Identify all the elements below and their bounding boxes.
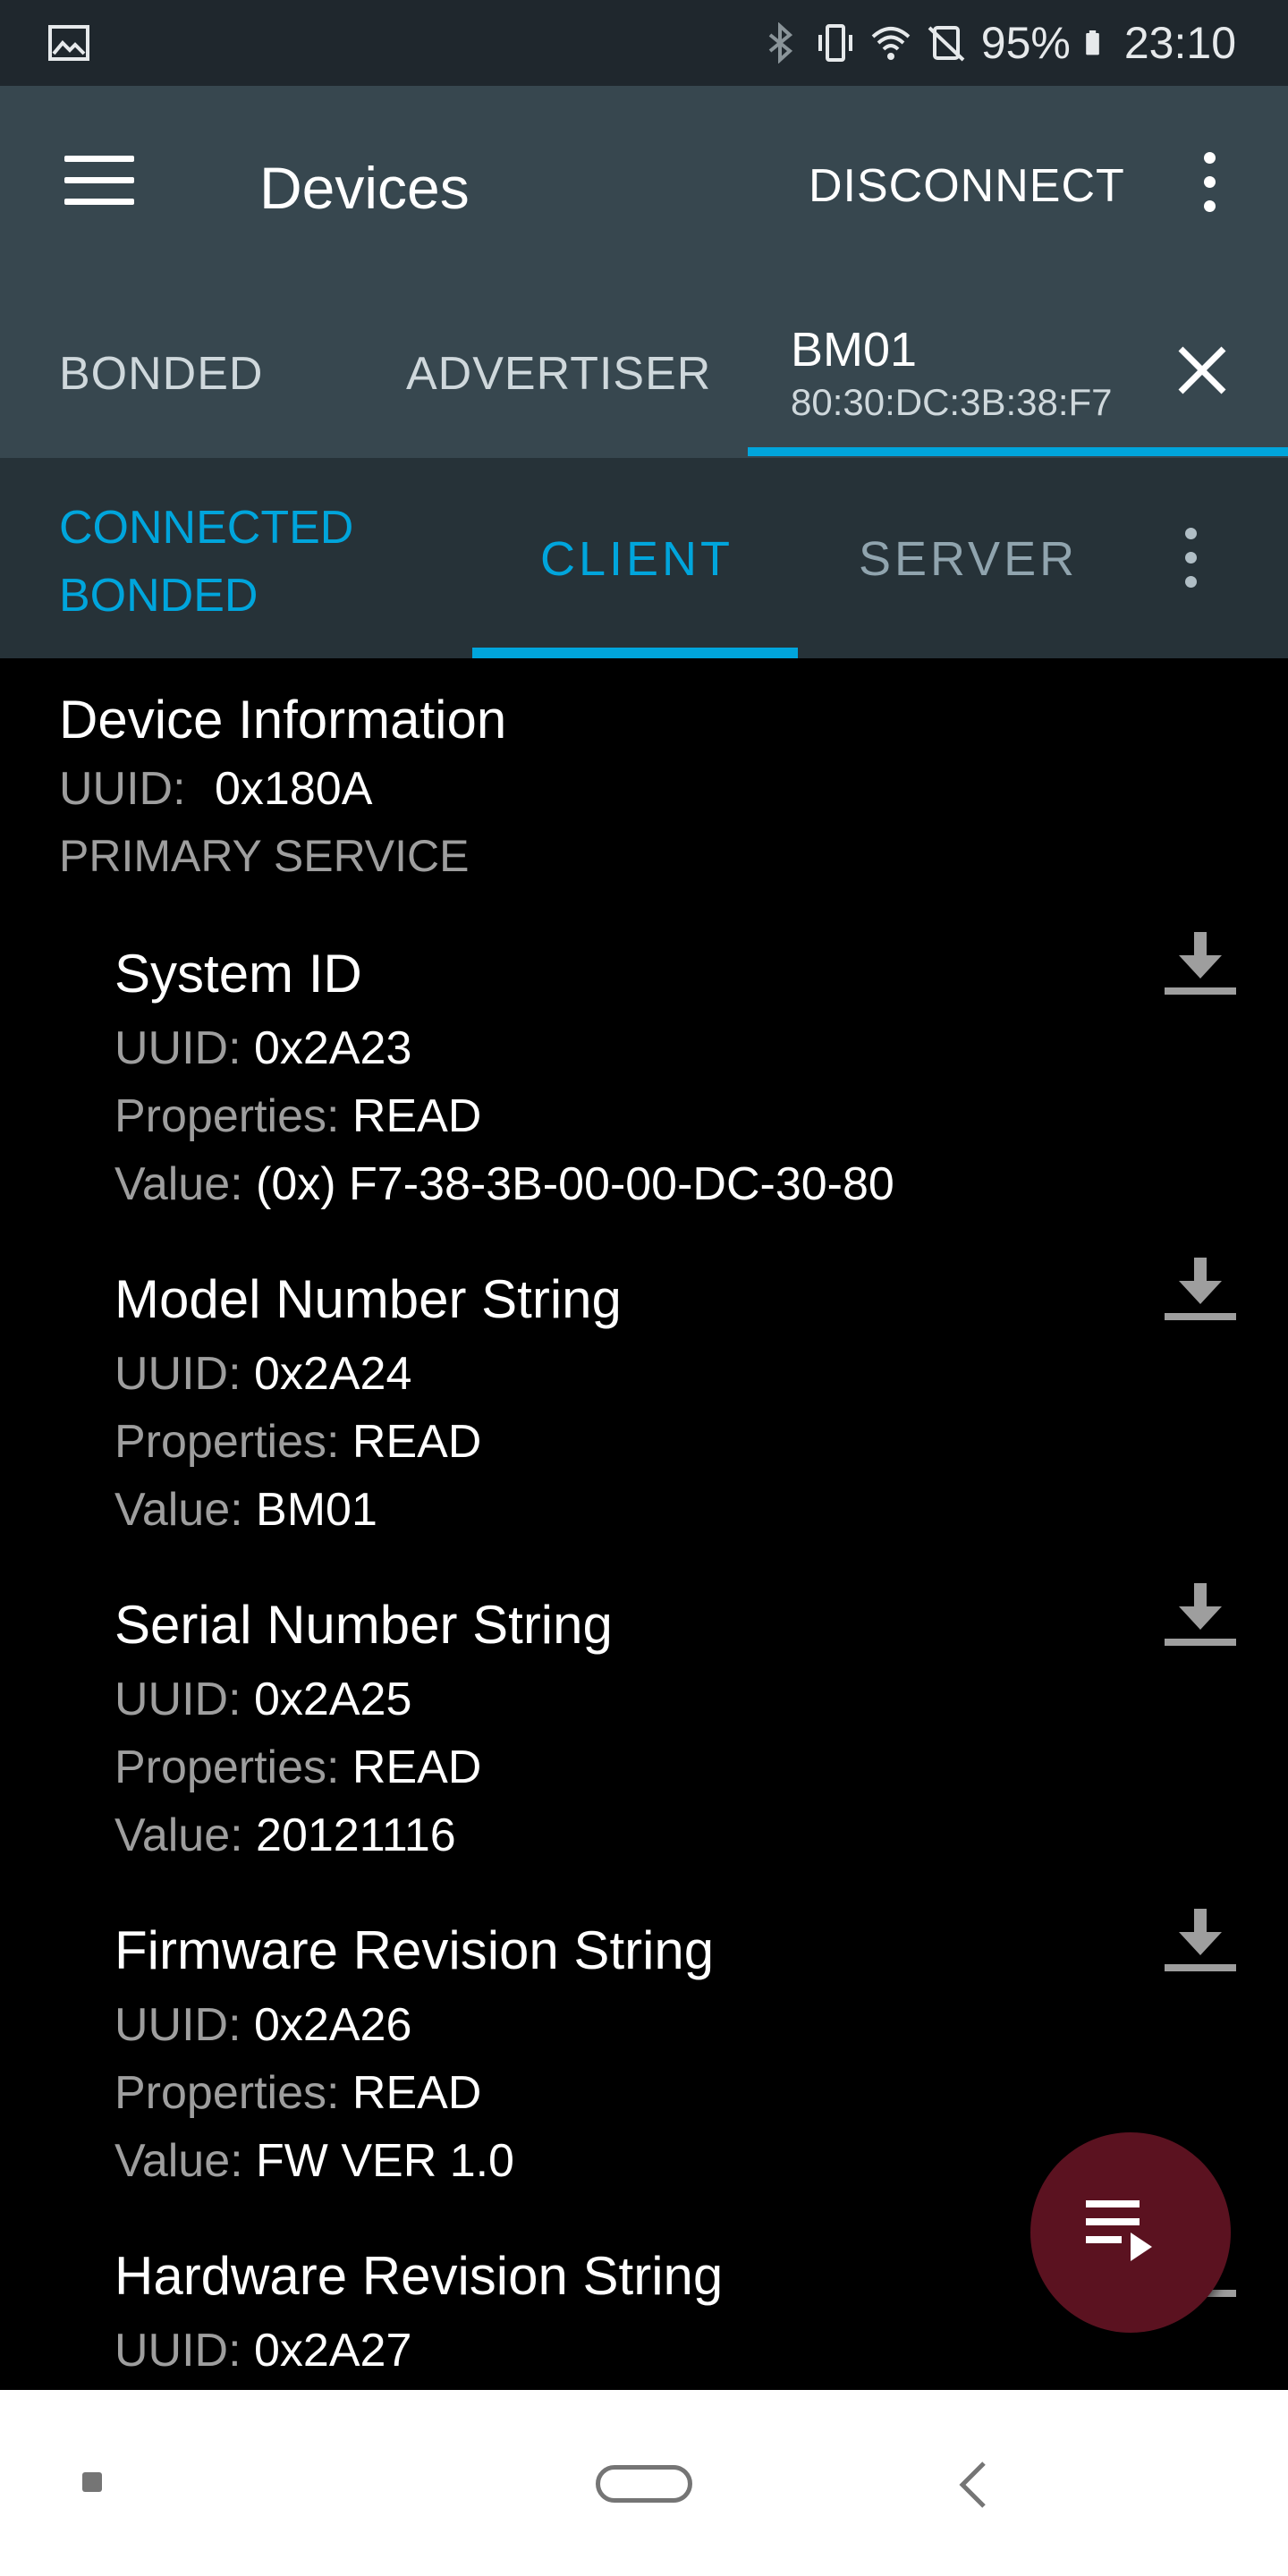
more-options-icon[interactable] — [1191, 152, 1227, 215]
tab-indicator — [748, 447, 1288, 456]
close-icon[interactable] — [1174, 342, 1231, 399]
connection-bar: CONNECTED BONDED CLIENT SERVER — [0, 458, 1288, 658]
tab-bonded[interactable]: BONDED — [59, 347, 263, 401]
characteristic-uuid: UUID: 0x2A26 — [114, 1991, 1170, 2059]
characteristic-name: System ID — [114, 944, 362, 1004]
back-icon[interactable] — [953, 2460, 998, 2510]
uuid-label: UUID: — [114, 2325, 254, 2377]
uuid-label: UUID: — [114, 1674, 254, 1725]
device-name: BM01 — [791, 323, 918, 377]
vibrate-icon — [818, 24, 852, 62]
connection-more-icon[interactable] — [1179, 528, 1202, 590]
image-notification-icon — [48, 25, 89, 61]
characteristic-properties: Properties: READ — [114, 2059, 1170, 2127]
characteristic-value: Value: 20121116 — [114, 1801, 1170, 1869]
characteristic-item[interactable]: Model Number String UUID: 0x2A24 Propert… — [114, 1268, 1170, 1544]
properties-label: Properties: — [114, 1416, 352, 1468]
tab-device[interactable]: BM01 80:30:DC:3B:38:F7 — [791, 322, 1113, 424]
value-text: FW VER 1.0 — [256, 2135, 514, 2187]
characteristic-name: Hardware Revision String — [114, 2246, 724, 2306]
home-icon[interactable] — [596, 2465, 692, 2503]
characteristic-uuid: UUID: 0x2A27 — [114, 2317, 1170, 2385]
tab-advertiser[interactable]: ADVERTISER — [406, 347, 711, 401]
uuid-value: 0x2A26 — [254, 1999, 412, 2051]
uuid-label: UUID: — [114, 1999, 254, 2051]
value-text: 20121116 — [256, 1809, 456, 1861]
service-uuid: UUID: 0x180A — [59, 762, 372, 816]
value-text: (0x) F7-38-3B-00-00-DC-30-80 — [256, 1158, 894, 1210]
properties-label: Properties: — [114, 1090, 352, 1142]
page-title: Devices — [259, 155, 470, 221]
uuid-value: 0x2A23 — [254, 1022, 412, 1074]
service-uuid-label: UUID: — [59, 763, 186, 815]
characteristic-properties: Properties: READ — [114, 1733, 1170, 1801]
value-label: Value: — [114, 1809, 257, 1861]
hamburger-menu-icon[interactable] — [64, 156, 136, 213]
device-address: 80:30:DC:3B:38:F7 — [791, 381, 1113, 423]
characteristic-name: Model Number String — [114, 1269, 622, 1329]
characteristic-value: Value: (0x) F7-38-3B-00-00-DC-30-80 — [114, 1150, 1170, 1218]
characteristic-value: Value: FW VER 1.0 — [114, 2127, 1170, 2195]
characteristic-uuid: UUID: 0x2A23 — [114, 1014, 1170, 1082]
battery-icon — [1086, 30, 1099, 55]
characteristic-properties: Properties: READ — [114, 1082, 1170, 1150]
characteristic-uuid: UUID: 0x2A25 — [114, 1665, 1170, 1733]
read-download-icon[interactable] — [1163, 1907, 1238, 1975]
system-navigation-bar — [0, 2390, 1288, 2576]
service-name: Device Information — [59, 690, 507, 750]
clock: 23:10 — [1123, 18, 1236, 68]
uuid-value: 0x2A27 — [254, 2325, 412, 2377]
uuid-label: UUID: — [114, 1022, 254, 1074]
service-type: PRIMARY SERVICE — [59, 831, 470, 881]
characteristic-name: Serial Number String — [114, 1595, 613, 1655]
log-fab-button[interactable] — [1030, 2132, 1231, 2333]
services-list[interactable]: Device Information UUID: 0x180A PRIMARY … — [0, 658, 1288, 2390]
bluetooth-icon — [768, 22, 792, 64]
wifi-icon — [871, 27, 911, 60]
tab-client[interactable]: CLIENT — [540, 531, 733, 587]
characteristic-item[interactable]: Firmware Revision String UUID: 0x2A26 Pr… — [114, 1919, 1170, 2195]
connection-status: CONNECTED BONDED — [59, 494, 353, 630]
playlist-play-icon — [1086, 2200, 1152, 2261]
battery-percent: 95% — [980, 18, 1071, 68]
characteristic-uuid: UUID: 0x2A24 — [114, 1340, 1170, 1408]
characteristic-item[interactable]: Hardware Revision String UUID: 0x2A27 — [114, 2245, 1170, 2385]
recents-icon[interactable] — [82, 2472, 102, 2492]
characteristic-value: Value: BM01 — [114, 1476, 1170, 1544]
properties-value: READ — [352, 1741, 482, 1793]
properties-label: Properties: — [114, 2067, 352, 2119]
characteristic-properties: Properties: READ — [114, 1408, 1170, 1476]
properties-value: READ — [352, 2067, 482, 2119]
service-uuid-value: 0x180A — [215, 763, 373, 815]
read-download-icon[interactable] — [1163, 1256, 1238, 1324]
tab-server[interactable]: SERVER — [859, 531, 1078, 587]
characteristic-item[interactable]: System ID UUID: 0x2A23 Properties: READ … — [114, 943, 1170, 1218]
app-bar: Devices DISCONNECT BONDED ADVERTISER BM0… — [0, 86, 1288, 458]
disconnect-button[interactable]: DISCONNECT — [809, 159, 1125, 213]
characteristic-name: Firmware Revision String — [114, 1920, 715, 1980]
uuid-label: UUID: — [114, 1348, 254, 1400]
characteristic-item[interactable]: Serial Number String UUID: 0x2A25 Proper… — [114, 1594, 1170, 1869]
uuid-value: 0x2A25 — [254, 1674, 412, 1725]
properties-label: Properties: — [114, 1741, 352, 1793]
read-download-icon[interactable] — [1163, 930, 1238, 998]
properties-value: READ — [352, 1416, 482, 1468]
client-tab-indicator — [472, 648, 798, 658]
properties-value: READ — [352, 1090, 482, 1142]
status-bar: 95% 23:10 — [0, 0, 1288, 86]
value-label: Value: — [114, 1158, 257, 1210]
connected-label: CONNECTED — [59, 502, 354, 554]
value-text: BM01 — [256, 1484, 377, 1536]
read-download-icon[interactable] — [1163, 1581, 1238, 1649]
value-label: Value: — [114, 1484, 257, 1536]
value-label: Value: — [114, 2135, 257, 2187]
no-sync-icon — [928, 26, 965, 62]
bonded-label: BONDED — [59, 570, 258, 622]
uuid-value: 0x2A24 — [254, 1348, 412, 1400]
